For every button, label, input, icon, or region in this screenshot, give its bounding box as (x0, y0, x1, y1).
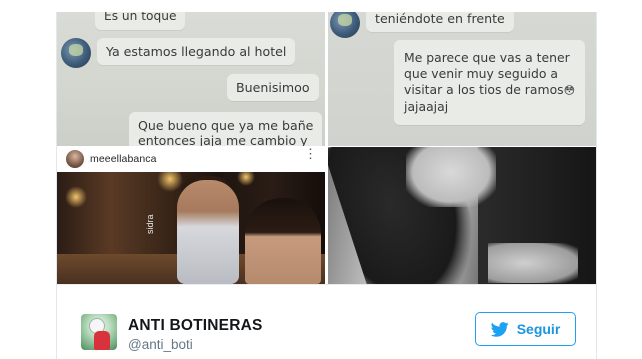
photo-light (237, 172, 255, 186)
chat-bubble-line: entonces jaja me cambio y (138, 133, 308, 146)
black-white-photo (328, 147, 596, 284)
chat-bubble-sent: Que bueno que ya me bañe entonces jaja m… (129, 112, 323, 146)
photo-person-man (177, 180, 239, 284)
chat-bubble-line: Me parece que vas a tener (404, 50, 570, 65)
restaurant-photo: sidra (57, 172, 325, 284)
instagram-avatar (66, 150, 84, 168)
chat-bubble-received: Ya estamos llegando al hotel (97, 38, 296, 65)
chat-avatar (330, 12, 360, 38)
more-vertical-icon: ⋮ (304, 147, 317, 161)
chat-bubble-text: visitar a los tios de ramos (404, 82, 564, 97)
photo-face (406, 147, 496, 207)
chat-bubble-received: teniéndote en frente (366, 12, 514, 32)
chat-bubble-sent: Buenisimoo (227, 74, 319, 101)
chat-bubble-line: que venir muy seguido a (404, 66, 558, 81)
instagram-post-header: meeellabanca ⋮ (57, 147, 325, 172)
tweet-card: Es un toque Ya estamos llegando al hotel… (56, 12, 597, 359)
author-handle[interactable]: @anti_boti (128, 337, 193, 352)
chat-avatar (61, 38, 91, 68)
author-name[interactable]: ANTI BOTINERAS (128, 317, 263, 335)
chat-screenshot-right: teniéndote en frente Me parece que vas a… (328, 12, 596, 146)
flushed-emoji-icon: 😳 (563, 84, 576, 97)
chat-bubble-line: Que bueno que ya me bañe (138, 118, 314, 133)
photo-light (65, 186, 87, 208)
photo-hand (488, 243, 578, 283)
instagram-photo-post: meeellabanca ⋮ sidra (57, 147, 325, 284)
photo-person-woman (245, 198, 321, 284)
media-grid[interactable]: Es un toque Ya estamos llegando al hotel… (57, 12, 596, 284)
chat-bubble-line: visitar a los tios de ramos😳 (404, 82, 575, 99)
twitter-bird-icon (490, 321, 509, 337)
chat-bubble-sent: Me parece que vas a tener que venir muy … (394, 40, 586, 125)
follow-button[interactable]: Seguir (475, 312, 576, 346)
chat-screenshot-left: Es un toque Ya estamos llegando al hotel… (57, 12, 325, 146)
follow-label: Seguir (516, 321, 561, 337)
instagram-username: meeellabanca (90, 153, 157, 165)
chat-bubble-line: jajaajaj (404, 99, 449, 114)
chat-bubble-fragment: Es un toque (95, 12, 186, 30)
author-avatar[interactable] (81, 314, 117, 350)
photo-light (157, 172, 183, 192)
tweet-author-row: ANTI BOTINERAS @anti_boti Seguir (57, 284, 596, 359)
photo-overlay-text: sidra (145, 214, 155, 234)
